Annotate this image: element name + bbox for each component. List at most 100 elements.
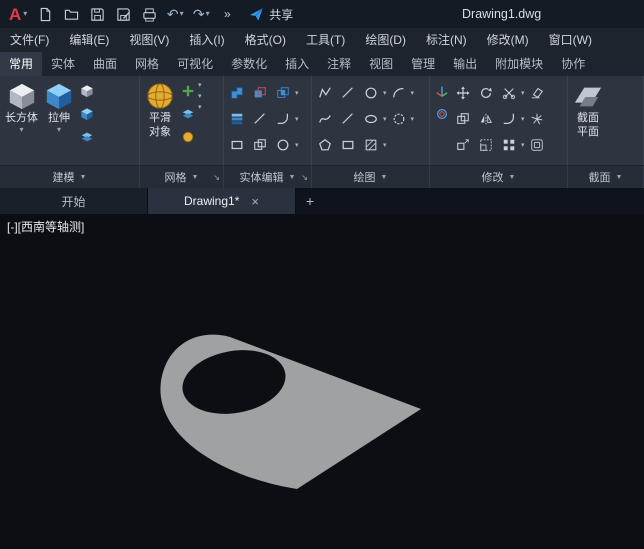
trim-button[interactable] bbox=[498, 82, 520, 104]
mesh-refine-button[interactable] bbox=[178, 81, 198, 101]
fillet-button[interactable] bbox=[498, 108, 520, 130]
arc-button[interactable] bbox=[388, 82, 410, 104]
chevron-down-icon[interactable]: ▾ bbox=[383, 141, 387, 149]
circle-button[interactable] bbox=[360, 82, 382, 104]
toolbar-overflow-button[interactable]: » bbox=[215, 3, 239, 25]
stretch-button[interactable] bbox=[452, 134, 474, 156]
line-button[interactable] bbox=[337, 82, 359, 104]
revision-cloud-button[interactable] bbox=[388, 108, 410, 130]
close-icon[interactable]: × bbox=[251, 194, 259, 209]
ribbon-tab-home[interactable]: 常用 bbox=[0, 52, 43, 76]
menu-insert[interactable]: 插入(I) bbox=[179, 28, 234, 52]
menu-edit[interactable]: 编辑(E) bbox=[59, 28, 119, 52]
dialog-launcher-icon[interactable]: ↘ bbox=[213, 173, 220, 182]
solid-model[interactable] bbox=[160, 334, 421, 489]
construction-line-button[interactable] bbox=[337, 108, 359, 130]
chevron-down-icon[interactable]: ▾ bbox=[383, 89, 387, 97]
new-file-button[interactable] bbox=[33, 3, 57, 25]
chevron-down-icon[interactable]: ▾ bbox=[198, 81, 202, 89]
offset-button[interactable] bbox=[526, 134, 548, 156]
slice-button[interactable] bbox=[249, 108, 271, 130]
menu-dimension[interactable]: 标注(N) bbox=[416, 28, 477, 52]
plot-button[interactable] bbox=[137, 3, 161, 25]
panel-label-draw[interactable]: 绘图 ▼ bbox=[312, 166, 430, 188]
panel-label-mesh[interactable]: 网格 ▼ ↘ bbox=[140, 166, 224, 188]
menu-modify[interactable]: 修改(M) bbox=[477, 28, 539, 52]
menu-file[interactable]: 文件(F) bbox=[0, 28, 59, 52]
redo-button[interactable]: ↷ ▾ bbox=[189, 3, 213, 25]
mesh-crease-button[interactable] bbox=[178, 104, 198, 124]
explode-button[interactable] bbox=[526, 108, 548, 130]
file-tab-start[interactable]: 开始 bbox=[0, 188, 148, 214]
app-menu-button[interactable]: A ▾ bbox=[5, 6, 31, 23]
scale-button[interactable] bbox=[475, 134, 497, 156]
ribbon-tab-manage[interactable]: 管理 bbox=[402, 52, 444, 76]
hatch-button[interactable] bbox=[360, 134, 382, 156]
new-drawing-tab-button[interactable]: + bbox=[296, 188, 324, 214]
imprint-button[interactable] bbox=[226, 134, 248, 156]
ribbon-tab-insert[interactable]: 插入 bbox=[276, 52, 318, 76]
shell-button[interactable] bbox=[226, 108, 248, 130]
copy-button[interactable] bbox=[452, 108, 474, 130]
ribbon-tab-collaborate[interactable]: 协作 bbox=[552, 52, 594, 76]
panel-label-modify[interactable]: 修改 ▼ bbox=[430, 166, 568, 188]
panel-label-section[interactable]: 截面 ▼ bbox=[568, 166, 644, 188]
menu-window[interactable]: 窗口(W) bbox=[539, 28, 602, 52]
move-button[interactable] bbox=[452, 82, 474, 104]
chevron-down-icon[interactable]: ▾ bbox=[295, 141, 299, 149]
erase-button[interactable] bbox=[526, 82, 548, 104]
undo-button[interactable]: ↶ ▾ bbox=[163, 3, 187, 25]
share-button[interactable]: 共享 bbox=[249, 6, 293, 23]
chevron-down-icon[interactable]: ▾ bbox=[521, 115, 525, 123]
polyline-button[interactable] bbox=[314, 82, 336, 104]
chevron-down-icon[interactable]: ▾ bbox=[521, 141, 525, 149]
panel-label-modeling[interactable]: 建模 ▼ bbox=[0, 166, 140, 188]
spline-button[interactable] bbox=[314, 108, 336, 130]
ribbon-tab-addins[interactable]: 附加模块 bbox=[486, 52, 552, 76]
ribbon-tab-annotate[interactable]: 注释 bbox=[318, 52, 360, 76]
chevron-down-icon[interactable]: ▾ bbox=[295, 89, 299, 97]
3d-move-gizmo-button[interactable] bbox=[432, 81, 452, 101]
chevron-down-icon[interactable]: ▾ bbox=[411, 115, 415, 123]
chevron-down-icon[interactable]: ▾ bbox=[521, 89, 525, 97]
union-button[interactable] bbox=[226, 82, 248, 104]
ribbon-tab-parametric[interactable]: 参数化 bbox=[222, 52, 276, 76]
smooth-object-button[interactable]: 平滑 对象 bbox=[142, 79, 178, 141]
save-as-button[interactable] bbox=[111, 3, 135, 25]
polysolid-button[interactable] bbox=[77, 81, 97, 101]
rotate-button[interactable] bbox=[475, 82, 497, 104]
menu-tools[interactable]: 工具(T) bbox=[296, 28, 355, 52]
chevron-down-icon[interactable]: ▾ bbox=[295, 115, 299, 123]
presspull-button[interactable] bbox=[77, 104, 97, 124]
ribbon-tab-surface[interactable]: 曲面 bbox=[84, 52, 126, 76]
intersect-button[interactable] bbox=[272, 82, 294, 104]
separate-button[interactable] bbox=[249, 134, 271, 156]
ellipse-button[interactable] bbox=[360, 108, 382, 130]
chevron-down-icon[interactable]: ▾ bbox=[411, 89, 415, 97]
sweep-button[interactable] bbox=[77, 127, 97, 147]
section-plane-button[interactable]: 截面 平面 bbox=[570, 79, 606, 141]
box-button[interactable]: 长方体 ▾ bbox=[2, 79, 41, 136]
ribbon-tab-visualize[interactable]: 可视化 bbox=[168, 52, 222, 76]
file-tab-drawing1[interactable]: Drawing1* × bbox=[148, 188, 296, 214]
chevron-down-icon[interactable]: ▾ bbox=[198, 103, 202, 111]
extrude-button[interactable]: 拉伸 ▾ bbox=[41, 79, 77, 136]
menu-format[interactable]: 格式(O) bbox=[235, 28, 296, 52]
check-interference-button[interactable] bbox=[272, 134, 294, 156]
subtract-button[interactable] bbox=[249, 82, 271, 104]
drawing-area[interactable]: [-][西南等轴测] bbox=[0, 214, 644, 549]
array-button[interactable] bbox=[498, 134, 520, 156]
menu-view[interactable]: 视图(V) bbox=[119, 28, 179, 52]
polygon-button[interactable] bbox=[314, 134, 336, 156]
fillet-edge-button[interactable] bbox=[272, 108, 294, 130]
ribbon-tab-output[interactable]: 输出 bbox=[444, 52, 486, 76]
mirror-button[interactable] bbox=[475, 108, 497, 130]
ribbon-tab-view[interactable]: 视图 bbox=[360, 52, 402, 76]
ribbon-tab-mesh[interactable]: 网格 bbox=[126, 52, 168, 76]
menu-draw[interactable]: 绘图(D) bbox=[355, 28, 416, 52]
chevron-down-icon[interactable]: ▾ bbox=[383, 115, 387, 123]
3d-rotate-gizmo-button[interactable] bbox=[432, 104, 452, 124]
mesh-smooth-more-button[interactable] bbox=[178, 127, 198, 147]
save-button[interactable] bbox=[85, 3, 109, 25]
dialog-launcher-icon[interactable]: ↘ bbox=[301, 173, 308, 182]
